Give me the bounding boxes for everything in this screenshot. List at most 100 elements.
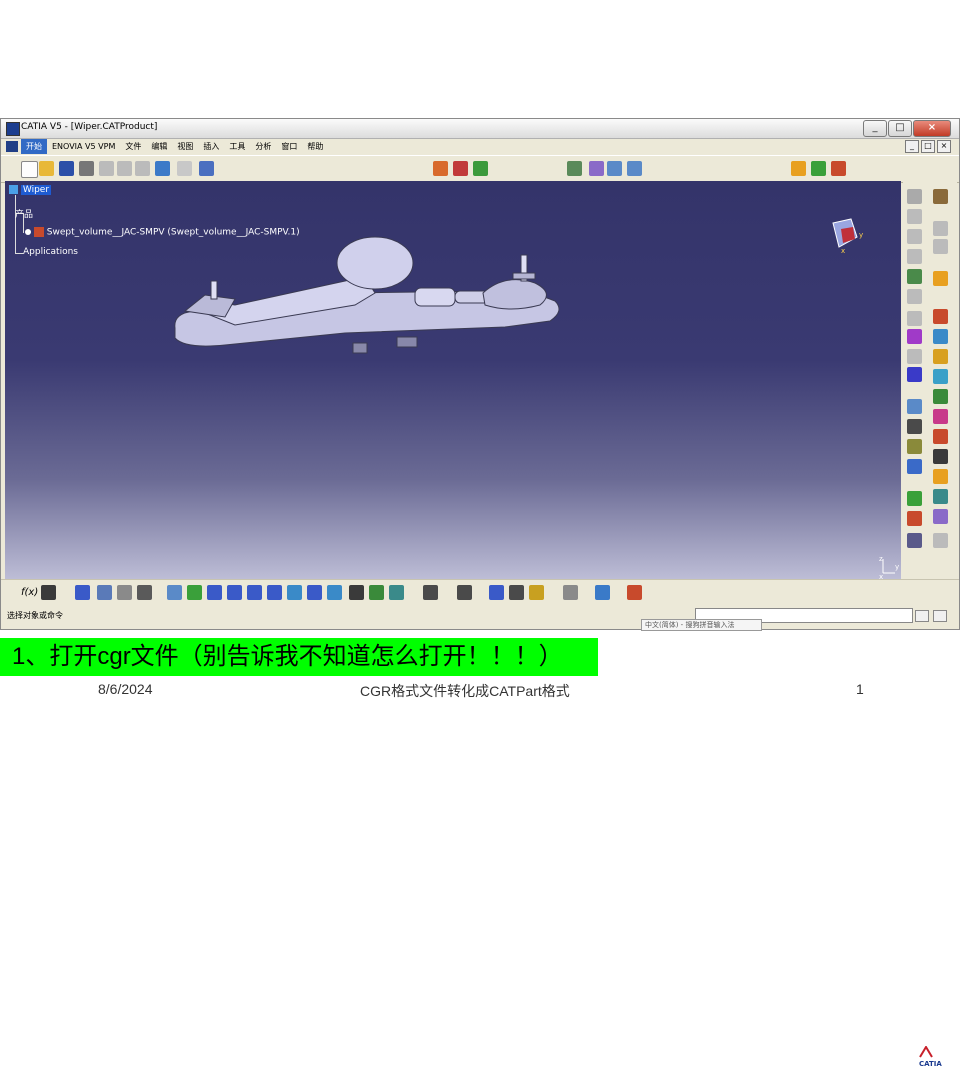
tool-icon-r6[interactable]: [933, 239, 948, 254]
tool-icon-r32[interactable]: [933, 533, 948, 548]
tool-icon-r31[interactable]: [907, 533, 922, 548]
maximize-button[interactable]: □: [888, 120, 912, 137]
tool-icon-r28[interactable]: [933, 489, 948, 504]
expand-icon[interactable]: [25, 229, 31, 235]
product-icon-1[interactable]: [791, 161, 806, 176]
tool-icon-r10[interactable]: [907, 311, 922, 326]
tool-icon-r22[interactable]: [933, 429, 948, 444]
hide-show-icon[interactable]: [369, 585, 384, 600]
menu-edit[interactable]: 编辑: [146, 139, 172, 154]
menu-file[interactable]: 文件: [120, 139, 146, 154]
macro-icon[interactable]: [117, 585, 132, 600]
inertia-icon[interactable]: [509, 585, 524, 600]
tree-root-wiper[interactable]: Wiper: [20, 185, 52, 195]
menu-start[interactable]: 开始: [21, 139, 47, 154]
comment-icon[interactable]: [41, 585, 56, 600]
tool-icon-r3[interactable]: [907, 209, 922, 224]
copy-icon[interactable]: [117, 161, 132, 176]
tool-icon-r19[interactable]: [907, 399, 922, 414]
orientation-compass[interactable]: y x: [827, 215, 867, 255]
fly-icon[interactable]: [167, 585, 182, 600]
new-icon[interactable]: [21, 161, 38, 178]
menu-analyze[interactable]: 分析: [250, 139, 276, 154]
tool-icon-r20[interactable]: [933, 409, 948, 424]
scene-icon[interactable]: [595, 585, 610, 600]
3d-viewport[interactable]: Wiper 产品 Swept_volume__JAC-SMPV (Swept_v…: [5, 181, 901, 581]
cut-icon[interactable]: [99, 161, 114, 176]
apply-material-icon[interactable]: [529, 585, 544, 600]
iso-view-icon[interactable]: [327, 585, 342, 600]
tree-node-applications[interactable]: Applications: [23, 247, 78, 257]
tool-icon-r13[interactable]: [933, 329, 948, 344]
menu-window[interactable]: 窗口: [276, 139, 302, 154]
doc-close-button[interactable]: ×: [937, 140, 951, 153]
tool-icon-r27[interactable]: [907, 491, 922, 506]
tool-icon-r26[interactable]: [933, 469, 948, 484]
tool-icon-r11[interactable]: [933, 309, 948, 324]
print-icon[interactable]: [79, 161, 94, 176]
product-icon-2[interactable]: [811, 161, 826, 176]
menu-insert[interactable]: 插入: [198, 139, 224, 154]
fit-all-icon[interactable]: [187, 585, 202, 600]
tool-icon-r16[interactable]: [907, 367, 922, 382]
minimize-button[interactable]: _: [863, 120, 887, 137]
tool-icon-r24[interactable]: [933, 449, 948, 464]
formula-icon[interactable]: f(x): [21, 587, 38, 598]
assembly-icon-1[interactable]: [567, 161, 582, 176]
command-button-1[interactable]: [915, 610, 929, 622]
menu-help[interactable]: 帮助: [302, 139, 328, 154]
tree-node-product[interactable]: 产品: [15, 207, 33, 220]
tool-icon-r23[interactable]: [907, 439, 922, 454]
tool-icon-r8[interactable]: [907, 269, 922, 284]
assembly-icon-3[interactable]: [607, 161, 622, 176]
tool-icon-r12[interactable]: [907, 329, 922, 344]
multi-view-icon[interactable]: [307, 585, 322, 600]
tool-icon-r17[interactable]: [933, 369, 948, 384]
open-icon[interactable]: [39, 161, 54, 176]
sketcher-icon[interactable]: [563, 585, 578, 600]
product-icon-3[interactable]: [831, 161, 846, 176]
assembly-icon-2[interactable]: [589, 161, 604, 176]
tool-icon-r1[interactable]: [907, 189, 922, 204]
tool-icon-r30[interactable]: [933, 509, 948, 524]
tool-icon-r18[interactable]: [933, 389, 948, 404]
doc-restore-button[interactable]: □: [921, 140, 935, 153]
tool-icon-r5[interactable]: [907, 229, 922, 244]
command-button-2[interactable]: [933, 610, 947, 622]
measure-between-icon[interactable]: [489, 585, 504, 600]
tool-icon-r25[interactable]: [907, 459, 922, 474]
assembly-icon-4[interactable]: [627, 161, 642, 176]
workbench-icon-3[interactable]: [473, 161, 488, 176]
zoom-in-icon[interactable]: [247, 585, 262, 600]
menu-view[interactable]: 视图: [172, 139, 198, 154]
tool-icon-r14[interactable]: [907, 349, 922, 364]
swap-space-icon[interactable]: [389, 585, 404, 600]
normal-view-icon[interactable]: [287, 585, 302, 600]
tool-icon-r2[interactable]: [933, 189, 948, 204]
table-icon[interactable]: [75, 585, 90, 600]
measure-icon[interactable]: [457, 585, 472, 600]
undo-icon[interactable]: [155, 161, 170, 176]
document-icon[interactable]: [6, 141, 18, 152]
wiper-model[interactable]: [165, 233, 575, 363]
redo-icon[interactable]: [177, 161, 192, 176]
save-icon[interactable]: [59, 161, 74, 176]
select-arrow-icon[interactable]: [933, 271, 948, 286]
doc-minimize-button[interactable]: _: [905, 140, 919, 153]
close-button[interactable]: ×: [913, 120, 951, 137]
paste-icon[interactable]: [135, 161, 150, 176]
workbench-icon-2[interactable]: [453, 161, 468, 176]
tool-icon-r4[interactable]: [933, 221, 948, 236]
render-style-icon[interactable]: [349, 585, 364, 600]
tool-icon-r15[interactable]: [933, 349, 948, 364]
menu-enovia[interactable]: ENOVIA V5 VPM: [47, 139, 120, 154]
tree-icon[interactable]: [97, 585, 112, 600]
workbench-icon-1[interactable]: [433, 161, 448, 176]
zoom-out-icon[interactable]: [267, 585, 282, 600]
grid-icon[interactable]: [627, 585, 642, 600]
menu-tools[interactable]: 工具: [224, 139, 250, 154]
pan-icon[interactable]: [207, 585, 222, 600]
catalog-icon[interactable]: [423, 585, 438, 600]
tool-icon-r7[interactable]: [907, 249, 922, 264]
whats-this-icon[interactable]: [199, 161, 214, 176]
